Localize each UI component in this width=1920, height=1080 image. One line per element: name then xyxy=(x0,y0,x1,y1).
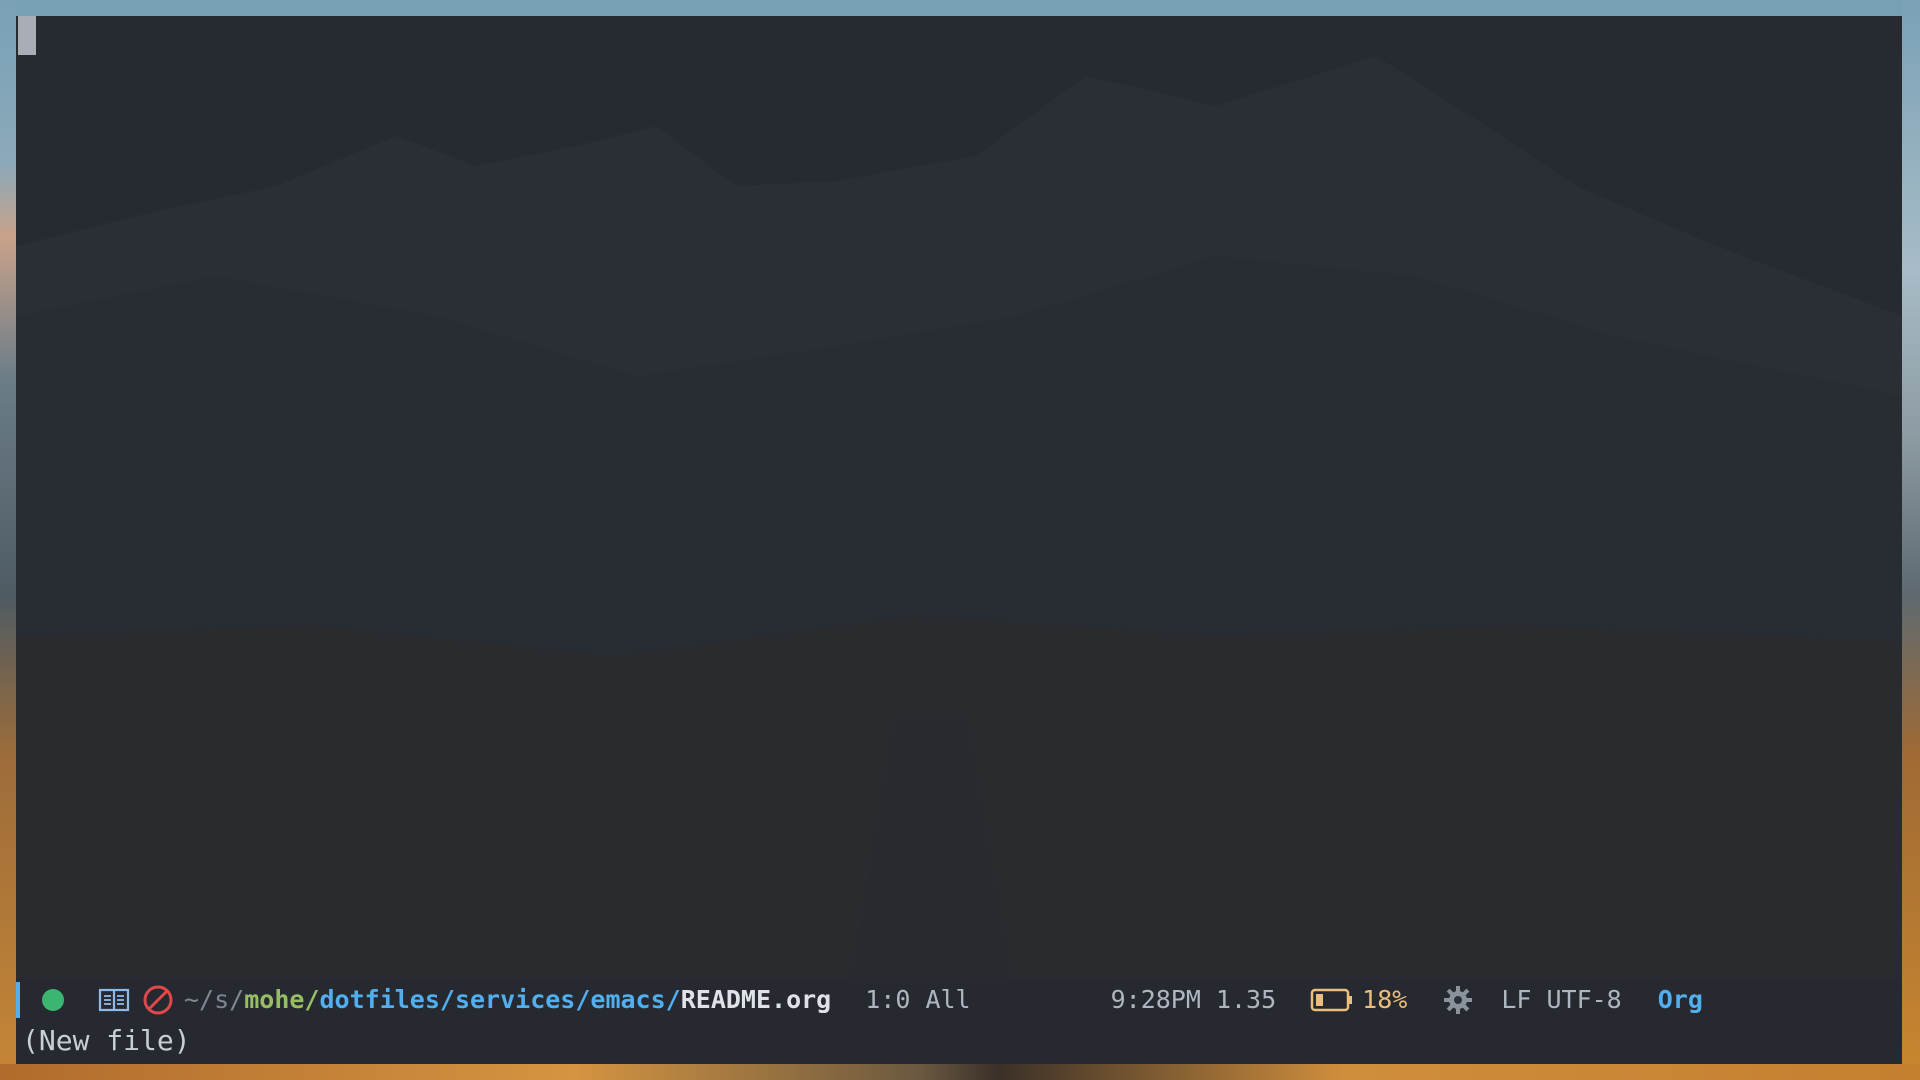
emacs-frame[interactable]: ~/s/mohe/dotfiles/services/emacs/README.… xyxy=(16,16,1902,1064)
major-mode[interactable]: Org xyxy=(1658,985,1703,1014)
battery-percent: 18% xyxy=(1362,985,1408,1014)
text-cursor xyxy=(18,16,36,55)
battery-icon xyxy=(1310,987,1354,1013)
path-prefix: ~/s/ xyxy=(184,985,245,1014)
buffer-status-dot-icon xyxy=(42,988,64,1011)
time-load: 9:28PM 1.35 xyxy=(1110,985,1277,1014)
active-window-indicator xyxy=(16,981,20,1018)
no-entry-icon[interactable] xyxy=(142,984,174,1016)
path-file: README.org xyxy=(680,985,832,1014)
path-dirs: dotfiles/services/emacs/ xyxy=(319,985,681,1014)
wallpaper-left-edge xyxy=(0,0,16,1080)
read-mode-book-icon[interactable] xyxy=(98,987,130,1013)
echo-area: (New file) xyxy=(16,1021,1902,1064)
gear-icon[interactable] xyxy=(1443,985,1473,1015)
cursor-position[interactable]: 1:0 All xyxy=(865,985,970,1014)
path-project: mohe/ xyxy=(244,985,320,1014)
buffer-path[interactable]: ~/s/mohe/dotfiles/services/emacs/README.… xyxy=(184,985,831,1014)
mode-line: ~/s/mohe/dotfiles/services/emacs/README.… xyxy=(16,978,1902,1021)
wallpaper-road xyxy=(0,1064,1920,1080)
wallpaper-right-edge xyxy=(1902,0,1920,1080)
frame-tint xyxy=(16,16,1902,1064)
wallpaper-sky xyxy=(0,0,1920,16)
echo-message: (New file) xyxy=(22,1024,191,1057)
eol-encoding[interactable]: LF UTF-8 xyxy=(1501,985,1621,1014)
